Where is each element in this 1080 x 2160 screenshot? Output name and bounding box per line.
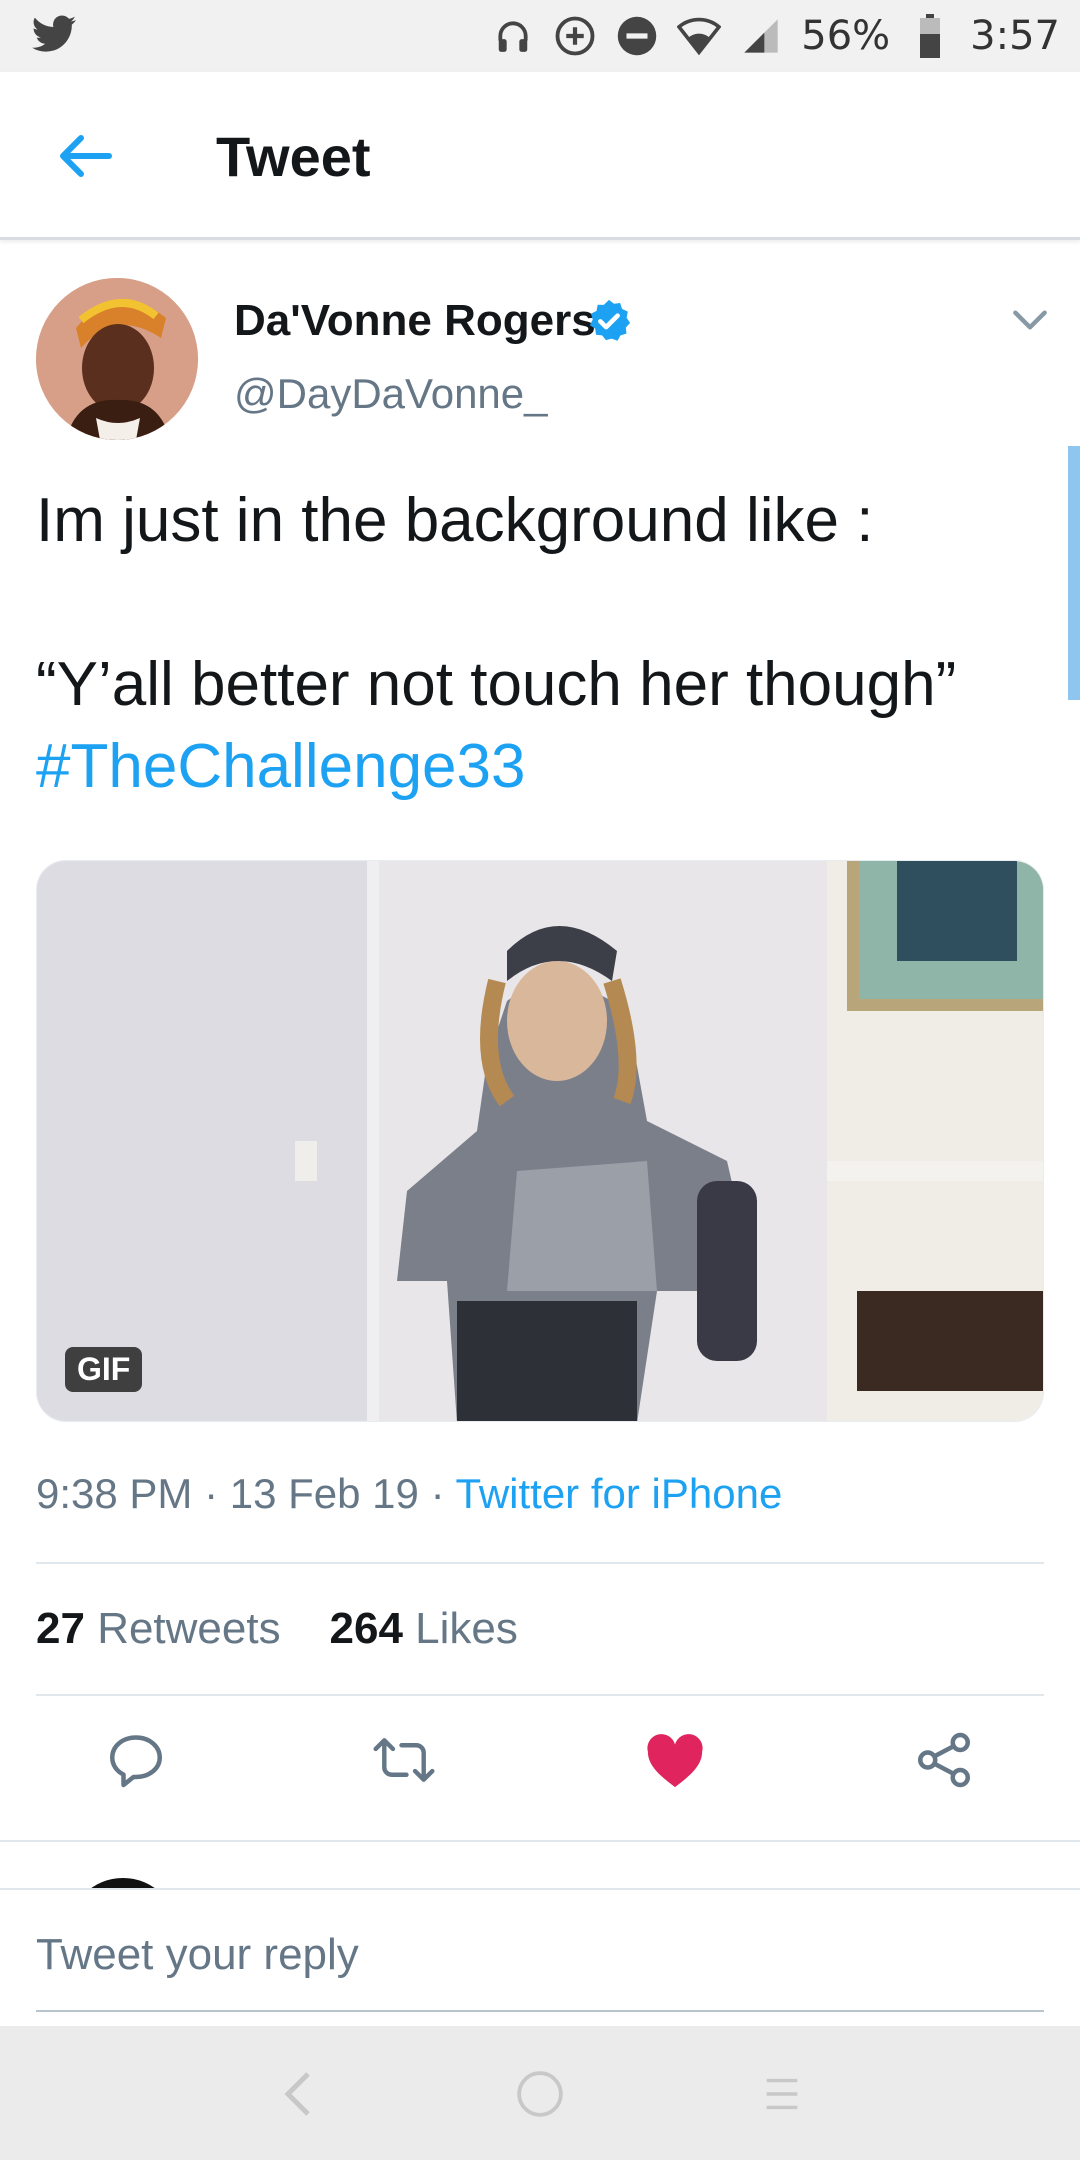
share-icon <box>918 1732 970 1788</box>
tweet-stats: 27 Retweets 264 Likes <box>36 1604 518 1654</box>
likes-label[interactable]: Likes <box>415 1604 518 1653</box>
share-button[interactable] <box>904 1720 984 1800</box>
tweet-timestamp: 9:38 PM · 13 Feb 19 · Twitter for iPhone <box>36 1470 783 1517</box>
tweet-media-gif[interactable]: GIF <box>36 860 1044 1422</box>
system-nav-bar <box>0 2026 1080 2160</box>
data-saver-icon <box>553 14 597 58</box>
reply-bar: Tweet your reply <box>0 1888 1080 2026</box>
home-circle-icon <box>517 2071 563 2117</box>
heart-filled-icon <box>647 1734 703 1788</box>
avatar[interactable] <box>36 278 198 440</box>
battery-percent: 56% <box>801 13 891 59</box>
tweet-actions <box>0 1720 1080 1820</box>
retweets-count[interactable]: 27 <box>36 1604 85 1653</box>
arrow-left-icon <box>60 135 112 177</box>
tweet-text-line <box>36 562 1046 644</box>
clock: 3:57 <box>970 13 1060 59</box>
retweet-icon <box>373 1738 435 1782</box>
signal-icon <box>739 14 783 58</box>
divider <box>36 1562 1044 1564</box>
reply-input[interactable]: Tweet your reply <box>36 1930 359 1980</box>
nav-home-button[interactable] <box>510 2064 570 2124</box>
divider <box>36 1694 1044 1696</box>
tweet-text-line: Im just in the background like : <box>36 486 874 555</box>
retweet-button[interactable] <box>364 1720 444 1800</box>
chevron-down-icon[interactable] <box>1008 300 1052 340</box>
tweet-source-link[interactable]: Twitter for iPhone <box>455 1470 782 1517</box>
hashtag-link[interactable]: #TheChallenge33 <box>36 726 1046 808</box>
tweet-text: Im just in the background like : “Y’all … <box>36 480 1046 808</box>
retweets-label[interactable]: Retweets <box>97 1604 280 1653</box>
author-handle[interactable]: @DayDaVonne_ <box>234 370 548 418</box>
author-name[interactable]: Da'Vonne Rogers <box>234 296 596 346</box>
app-header: Tweet <box>0 72 1080 240</box>
gif-badge: GIF <box>65 1347 143 1392</box>
chevron-left-icon <box>284 2072 310 2116</box>
recents-icon <box>766 2078 798 2110</box>
likes-count[interactable]: 264 <box>330 1604 403 1653</box>
tweet-date: 13 Feb 19 <box>229 1470 419 1517</box>
reply-input-underline <box>36 2010 1044 2012</box>
headphones-icon <box>491 14 535 58</box>
wifi-icon <box>677 14 722 58</box>
twitter-bird-icon <box>30 14 78 58</box>
tweet-time: 9:38 PM <box>36 1470 193 1517</box>
next-reply-preview[interactable] <box>0 1842 1080 1890</box>
reply-button[interactable] <box>96 1720 176 1800</box>
back-button[interactable] <box>50 124 120 188</box>
nav-back-button[interactable] <box>268 2064 328 2124</box>
battery-icon <box>908 14 952 58</box>
tweet-text-line: “Y’all better not touch her though” <box>36 650 957 719</box>
verified-badge-icon <box>586 298 632 344</box>
reply-icon <box>110 1735 162 1788</box>
like-button[interactable] <box>635 1720 715 1800</box>
scrollbar[interactable] <box>1068 446 1080 700</box>
status-bar: 56% 3:57 <box>0 0 1080 72</box>
nav-recents-button[interactable] <box>752 2064 812 2124</box>
page-title: Tweet <box>216 125 371 188</box>
do-not-disturb-icon <box>615 14 659 58</box>
